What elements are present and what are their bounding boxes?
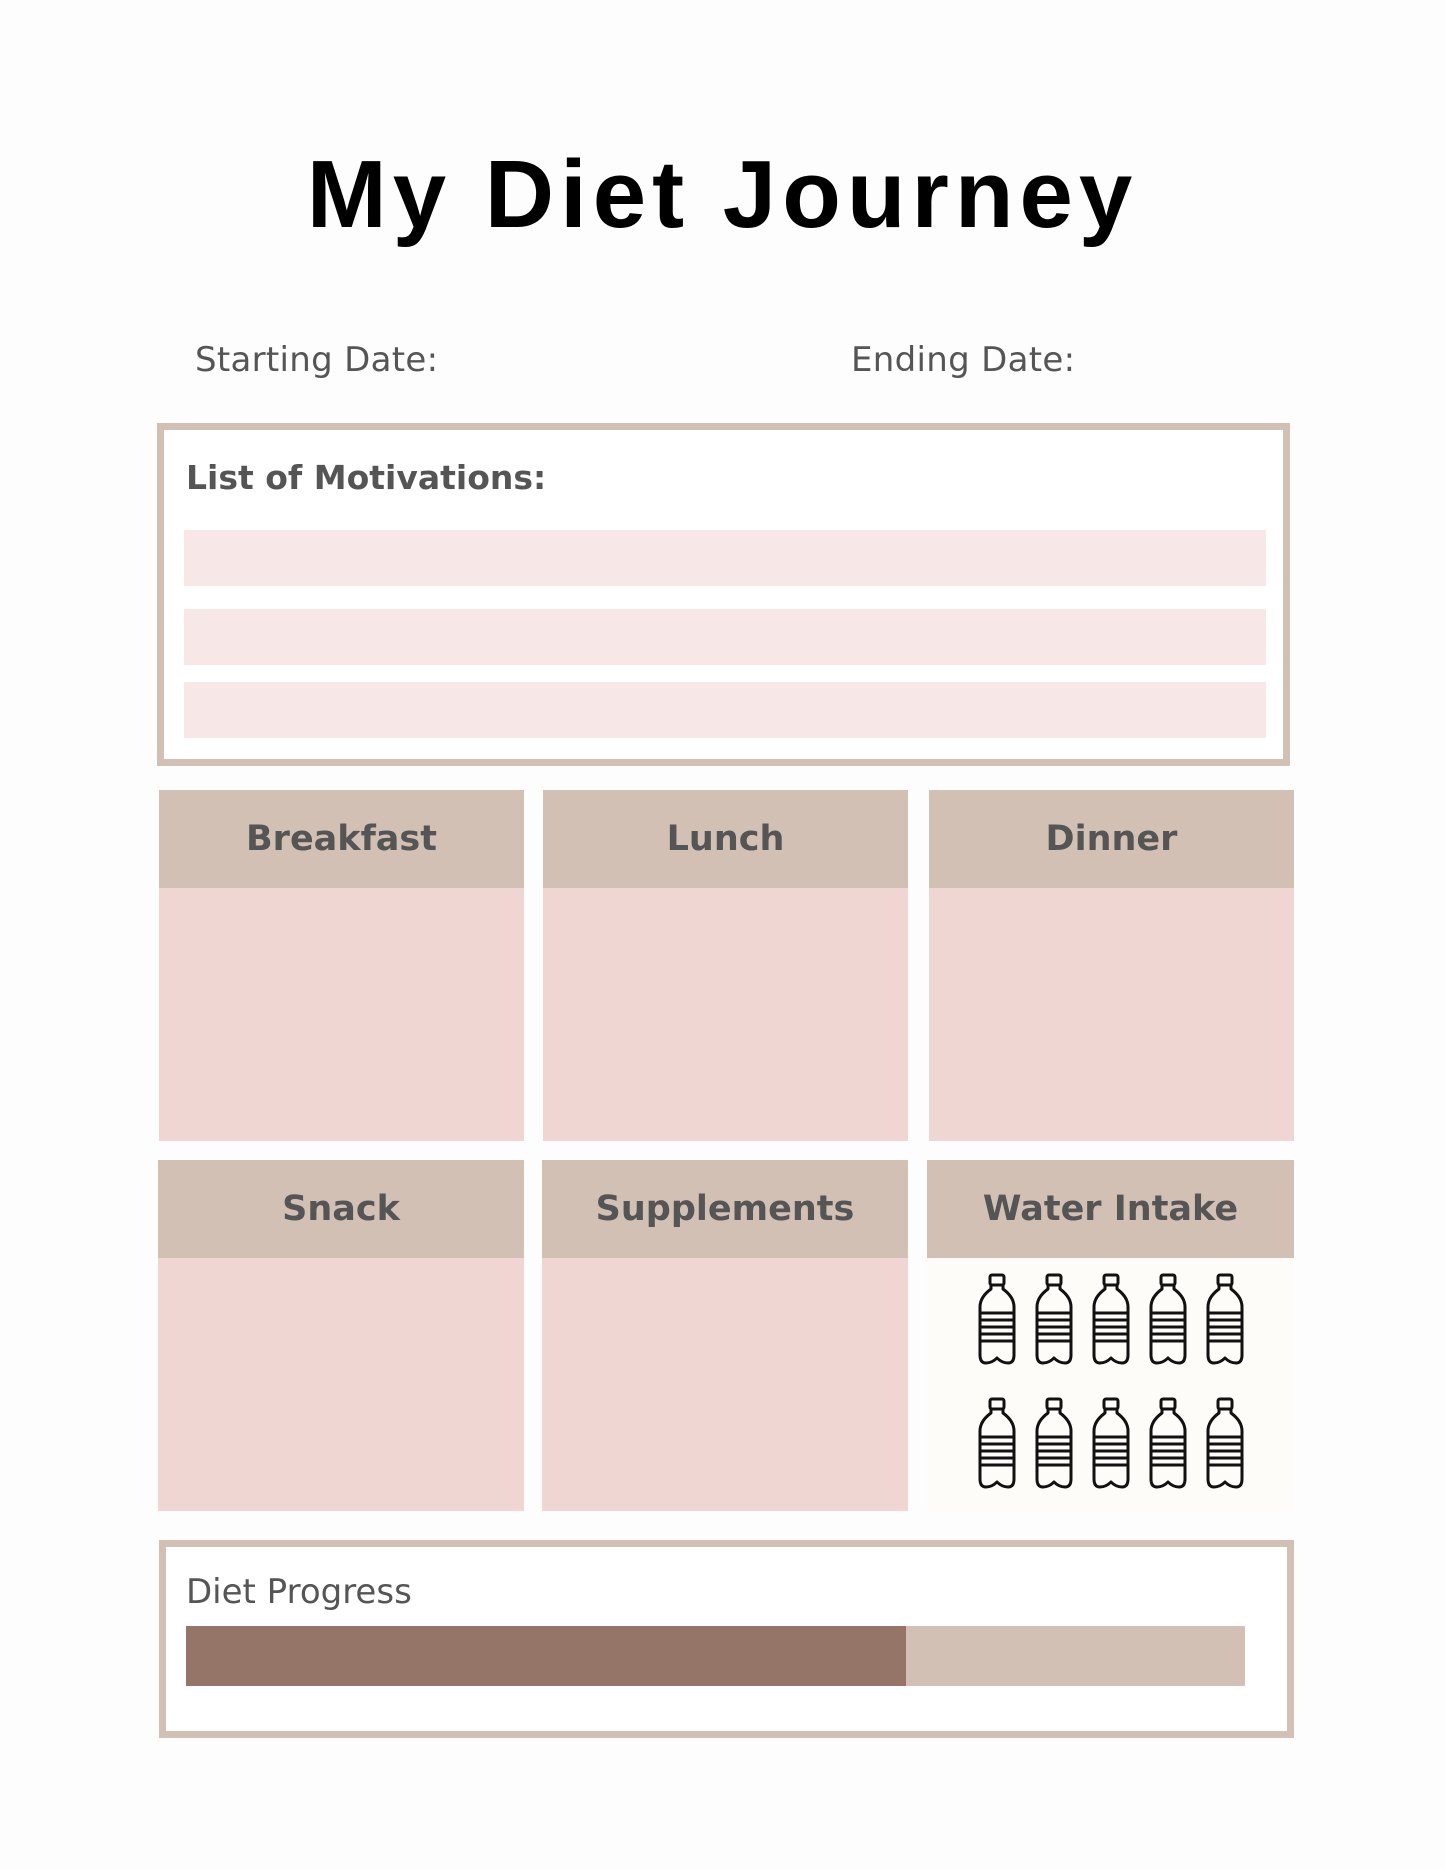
- water-bottle-icon[interactable]: [1196, 1268, 1253, 1378]
- breakfast-header: Breakfast: [159, 790, 524, 888]
- water-bottle-icon[interactable]: [1082, 1392, 1139, 1502]
- dinner-area[interactable]: [929, 888, 1294, 1141]
- motivation-line-1[interactable]: [184, 530, 1266, 586]
- water-bottle-icon[interactable]: [1082, 1268, 1139, 1378]
- water-bottle-icon[interactable]: [1139, 1268, 1196, 1378]
- supplements-area[interactable]: [542, 1258, 908, 1511]
- dinner-header: Dinner: [929, 790, 1294, 888]
- diet-progress-title: Diet Progress: [186, 1572, 412, 1612]
- diet-progress-bar: [186, 1626, 1245, 1686]
- water-bottle-icon[interactable]: [968, 1392, 1025, 1502]
- snack-area[interactable]: [158, 1258, 524, 1511]
- snack-header: Snack: [158, 1160, 524, 1258]
- water-bottle-icon[interactable]: [1025, 1392, 1082, 1502]
- water-intake-header: Water Intake: [927, 1160, 1294, 1258]
- motivation-line-3[interactable]: [184, 682, 1266, 738]
- lunch-area[interactable]: [543, 888, 908, 1141]
- lunch-header: Lunch: [543, 790, 908, 888]
- motivation-line-2[interactable]: [184, 609, 1266, 665]
- page-title: My Diet Journey: [306, 141, 1139, 248]
- water-bottle-icon[interactable]: [968, 1268, 1025, 1378]
- ending-date-label: Ending Date:: [851, 340, 1076, 380]
- motivations-title: List of Motivations:: [186, 458, 547, 497]
- water-bottle-icon[interactable]: [1139, 1392, 1196, 1502]
- diet-progress-fill: [186, 1626, 907, 1686]
- starting-date-label: Starting Date:: [195, 340, 439, 380]
- water-bottle-icon[interactable]: [1025, 1268, 1082, 1378]
- water-intake-area: [927, 1258, 1294, 1511]
- water-bottle-icon[interactable]: [1196, 1392, 1253, 1502]
- supplements-header: Supplements: [542, 1160, 908, 1258]
- breakfast-area[interactable]: [159, 888, 524, 1141]
